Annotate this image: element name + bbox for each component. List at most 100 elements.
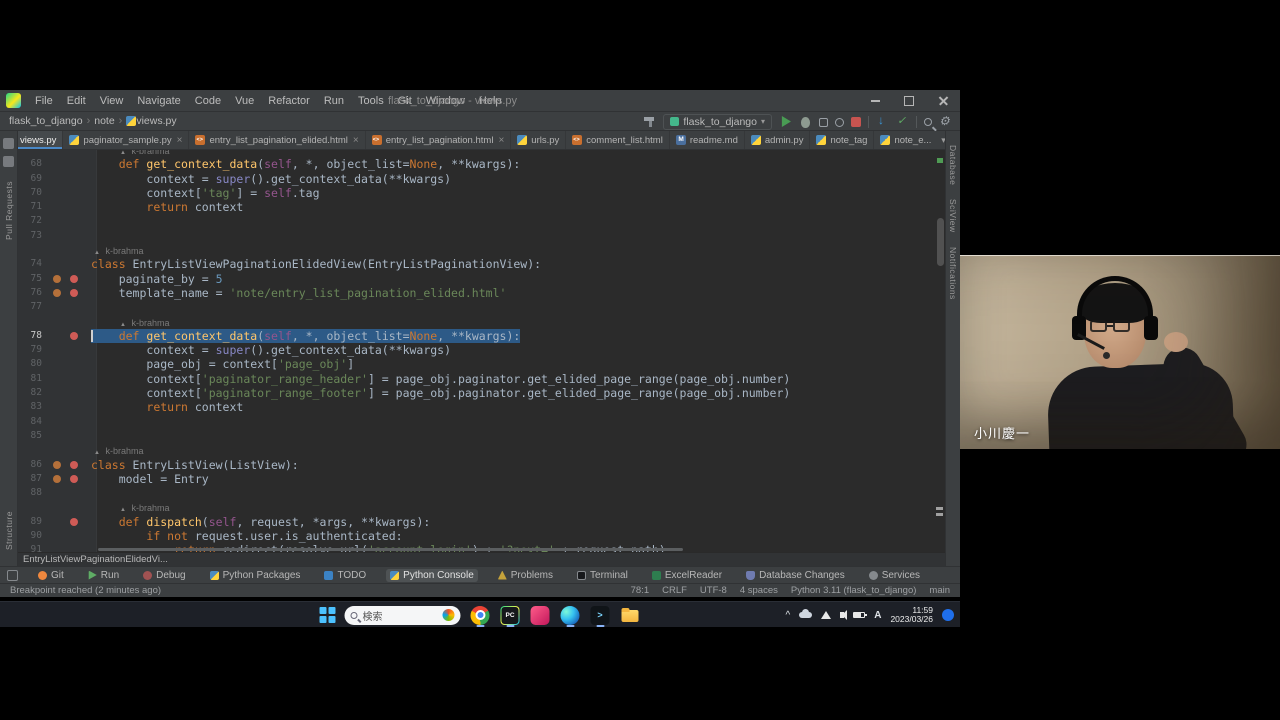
status-message[interactable]: Breakpoint reached (2 minutes ago) bbox=[10, 585, 161, 596]
menu-tools[interactable]: Tools bbox=[351, 95, 391, 107]
settings-gear-icon[interactable] bbox=[939, 115, 952, 128]
code-line[interactable]: class EntryListViewPaginationElidedView(… bbox=[91, 257, 945, 271]
gutter-icons[interactable] bbox=[48, 300, 91, 314]
code-line[interactable] bbox=[91, 214, 945, 228]
code-line[interactable]: ▲ k-brahma bbox=[91, 150, 945, 157]
gutter-icons[interactable] bbox=[48, 157, 91, 171]
build-hammer-icon[interactable] bbox=[643, 115, 656, 128]
tab-entry-list-pagination-html[interactable]: entry_list_pagination.html× bbox=[366, 131, 512, 149]
tab-note-e-[interactable]: note_e... bbox=[874, 131, 938, 149]
toolwindow-terminal[interactable]: Terminal bbox=[573, 569, 632, 582]
code-line[interactable] bbox=[91, 486, 945, 500]
stripe-sciview[interactable]: SciView bbox=[948, 199, 958, 233]
code-line[interactable] bbox=[91, 415, 945, 429]
gutter-icons[interactable] bbox=[48, 357, 91, 371]
breakpoint-icon[interactable] bbox=[53, 475, 61, 483]
toolwindow-todo[interactable]: TODO bbox=[320, 569, 370, 582]
breakpoint-icon[interactable] bbox=[53, 289, 61, 297]
menu-file[interactable]: File bbox=[28, 95, 60, 107]
taskbar-clip-icon[interactable] bbox=[530, 603, 551, 627]
gutter-icons[interactable] bbox=[48, 286, 91, 300]
menu-navigate[interactable]: Navigate bbox=[130, 95, 187, 107]
gutter-icons[interactable] bbox=[48, 543, 91, 552]
toolwindow-git[interactable]: Git bbox=[34, 569, 68, 582]
code-line[interactable]: if not request.user.is_authenticated: bbox=[91, 529, 945, 543]
code-line[interactable]: ▲ k-brahma bbox=[91, 315, 945, 329]
breadcrumb-item[interactable]: note bbox=[94, 115, 114, 127]
stripe-notifications[interactable]: Notifications bbox=[948, 247, 958, 300]
menu-view[interactable]: View bbox=[93, 95, 131, 107]
menu-vue[interactable]: Vue bbox=[228, 95, 261, 107]
vcs-commit-icon[interactable] bbox=[896, 115, 909, 128]
breadcrumb-item[interactable]: flask_to_django bbox=[9, 115, 83, 127]
status-line-separator[interactable]: CRLF bbox=[662, 585, 687, 596]
vertical-scrollbar[interactable] bbox=[937, 218, 944, 266]
close-tab-icon[interactable]: × bbox=[177, 135, 183, 146]
gutter-icons[interactable] bbox=[48, 243, 91, 257]
vcs-update-icon[interactable] bbox=[876, 115, 889, 128]
gutter-icons[interactable] bbox=[48, 257, 91, 271]
horizontal-scrollbar[interactable] bbox=[98, 548, 683, 551]
breakpoint-icon[interactable] bbox=[70, 518, 78, 526]
stripe-database[interactable]: Database bbox=[948, 145, 958, 185]
close-tab-icon[interactable]: × bbox=[353, 135, 359, 146]
menu-edit[interactable]: Edit bbox=[60, 95, 93, 107]
code-line[interactable]: context['paginator_range_header'] = page… bbox=[91, 372, 945, 386]
taskbar-pycharm-icon[interactable] bbox=[500, 603, 521, 627]
code-line[interactable]: ▲ k-brahma bbox=[91, 500, 945, 514]
taskbar-terminal-icon[interactable] bbox=[590, 603, 611, 627]
code-line[interactable]: context = super().get_context_data(**kwa… bbox=[91, 172, 945, 186]
gutter-icons[interactable] bbox=[48, 443, 91, 457]
status-interpreter[interactable]: Python 3.11 (flask_to_django) bbox=[791, 585, 917, 596]
code-line[interactable]: def get_context_data(self, *, object_lis… bbox=[91, 157, 945, 171]
taskbar-edge-icon[interactable] bbox=[560, 603, 581, 627]
search-everywhere-icon[interactable] bbox=[924, 118, 932, 126]
menu-run[interactable]: Run bbox=[317, 95, 351, 107]
gutter-icons[interactable] bbox=[48, 529, 91, 543]
coverage-icon[interactable] bbox=[819, 118, 828, 127]
menu-refactor[interactable]: Refactor bbox=[261, 95, 317, 107]
status-git-branch[interactable]: main bbox=[929, 585, 950, 596]
start-button-icon[interactable] bbox=[320, 607, 336, 623]
gutter-icons[interactable] bbox=[48, 415, 91, 429]
tab-readme-md[interactable]: readme.md bbox=[670, 131, 745, 149]
gutter-icons[interactable] bbox=[48, 458, 91, 472]
code-line[interactable]: ▲ k-brahma bbox=[91, 443, 945, 457]
close-button[interactable] bbox=[926, 90, 960, 112]
status-encoding[interactable]: UTF-8 bbox=[700, 585, 727, 596]
notification-badge[interactable] bbox=[942, 609, 954, 621]
gutter-icons[interactable] bbox=[48, 200, 91, 214]
code-line[interactable]: context = super().get_context_data(**kwa… bbox=[91, 343, 945, 357]
stripe-pull-requests[interactable]: Pull Requests bbox=[4, 181, 14, 240]
gutter-icons[interactable] bbox=[48, 500, 91, 514]
minimize-button[interactable] bbox=[858, 90, 892, 112]
taskbar-explorer-icon[interactable] bbox=[620, 603, 641, 627]
toolwindow-python-console[interactable]: Python Console bbox=[386, 569, 478, 582]
code-line[interactable]: return context bbox=[91, 400, 945, 414]
toolwindow-run[interactable]: Run bbox=[84, 569, 123, 582]
stripe-structure[interactable]: Structure bbox=[4, 511, 14, 550]
tab-comment-list-html[interactable]: comment_list.html bbox=[566, 131, 670, 149]
code-line[interactable] bbox=[91, 229, 945, 243]
volume-icon[interactable] bbox=[840, 612, 844, 618]
breakpoint-icon[interactable] bbox=[70, 332, 78, 340]
breakpoint-icon[interactable] bbox=[70, 289, 78, 297]
taskbar-clock[interactable]: 11:59 2023/03/26 bbox=[890, 606, 933, 625]
cloud-sync-icon[interactable] bbox=[799, 612, 812, 618]
gutter-icons[interactable] bbox=[48, 150, 91, 157]
close-tab-icon[interactable]: × bbox=[498, 135, 504, 146]
gutter-icons[interactable] bbox=[48, 343, 91, 357]
gutter-icons[interactable] bbox=[48, 400, 91, 414]
breakpoint-icon[interactable] bbox=[70, 275, 78, 283]
tab-urls-py[interactable]: urls.py bbox=[511, 131, 566, 149]
toolwindow-services[interactable]: Services bbox=[865, 569, 924, 582]
stop-icon[interactable] bbox=[851, 117, 861, 127]
toolwindow-switcher-icon[interactable] bbox=[7, 570, 18, 581]
code-line[interactable]: class EntryListView(ListView): bbox=[91, 458, 945, 472]
tab-entry-list-pagination-elided-html[interactable]: entry_list_pagination_elided.html× bbox=[189, 131, 365, 149]
profiler-icon[interactable] bbox=[835, 118, 844, 127]
project-tool-icon[interactable] bbox=[3, 138, 14, 149]
breakpoint-icon[interactable] bbox=[70, 461, 78, 469]
toolwindow-problems[interactable]: Problems bbox=[494, 569, 557, 582]
run-config-selector[interactable]: flask_to_django▾ bbox=[663, 114, 772, 130]
